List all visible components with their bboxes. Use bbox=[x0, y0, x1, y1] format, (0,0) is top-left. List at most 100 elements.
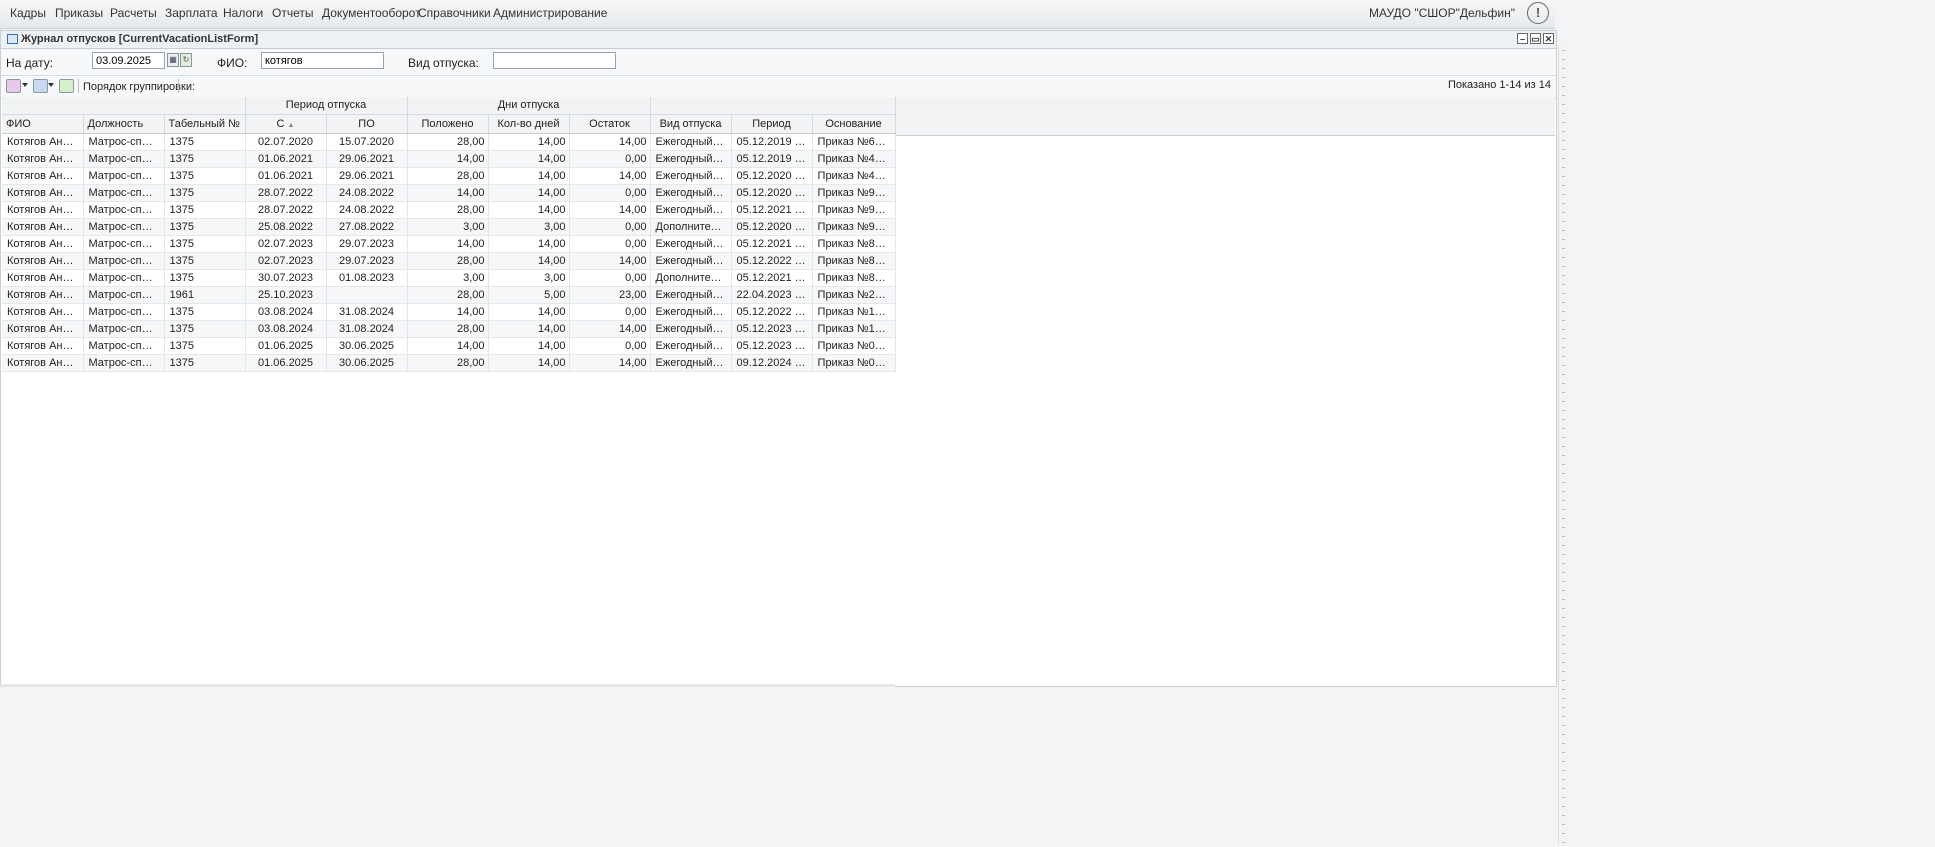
cell-tab-number: 1375 bbox=[164, 269, 246, 287]
table-row[interactable]: Котягов Анатол...Матрос-спасате...137530… bbox=[2, 269, 896, 287]
cell-vacation-type: Ежегодный отп... bbox=[650, 133, 732, 151]
ruler-tick bbox=[1562, 662, 1565, 663]
ruler-tick bbox=[1562, 176, 1565, 177]
table-row[interactable]: Котягов Анатол...Матрос-спасате...137501… bbox=[2, 150, 896, 168]
ruler-tick bbox=[1562, 545, 1565, 546]
cell-days-count: 14,00 bbox=[488, 252, 570, 270]
cell-tab-number: 1375 bbox=[164, 252, 246, 270]
table-row[interactable]: Котягов Анатол...Матрос-спасате...137501… bbox=[2, 354, 896, 372]
column-header-position[interactable]: Должность bbox=[83, 114, 165, 134]
cell-tab-number: 1375 bbox=[164, 320, 246, 338]
cell-tab-number: 1375 bbox=[164, 184, 246, 202]
actions-menu-icon[interactable] bbox=[6, 79, 21, 93]
column-header-tab-number[interactable]: Табельный № bbox=[164, 114, 246, 134]
menu-item-otchety[interactable]: Отчеты bbox=[272, 6, 313, 20]
minimize-button[interactable]: – bbox=[1517, 33, 1528, 44]
menu-item-kadry[interactable]: Кадры bbox=[10, 6, 46, 20]
cell-fio: Котягов Анатол... bbox=[2, 303, 84, 321]
cell-from: 02.07.2020 bbox=[245, 133, 327, 151]
cell-days-count: 14,00 bbox=[488, 201, 570, 219]
ruler-tick bbox=[1562, 284, 1565, 285]
column-header-vacation-type[interactable]: Вид отпуска bbox=[650, 114, 732, 134]
cell-to: 24.08.2022 bbox=[326, 201, 408, 219]
cell-from: 28.07.2022 bbox=[245, 201, 327, 219]
date-input[interactable] bbox=[92, 52, 165, 69]
column-header-entitled[interactable]: Положено bbox=[407, 114, 489, 134]
cell-basis: Приказ №86/о ... bbox=[812, 235, 896, 253]
ruler-tick bbox=[1562, 527, 1565, 528]
table-row[interactable]: Котягов Анатол...Матрос-спасате...137501… bbox=[2, 167, 896, 185]
table-row[interactable]: Котягов Анатол...Матрос-спасате...137503… bbox=[2, 303, 896, 321]
table-row[interactable]: Котягов Анатол...Матрос-спасате...137502… bbox=[2, 235, 896, 253]
refresh-date-icon[interactable]: ↻ bbox=[180, 53, 192, 67]
cell-fio: Котягов Анатол... bbox=[2, 320, 84, 338]
grid-scrollbar[interactable] bbox=[0, 684, 895, 687]
fio-input[interactable] bbox=[261, 52, 384, 69]
table-row[interactable]: Котягов Анатол...Матрос-спасате...137528… bbox=[2, 184, 896, 202]
column-header-remainder[interactable]: Остаток bbox=[569, 114, 651, 134]
menu-item-prikazy[interactable]: Приказы bbox=[55, 6, 103, 20]
date-label: На дату: bbox=[6, 56, 54, 70]
cell-tab-number: 1375 bbox=[164, 235, 246, 253]
cell-vacation-type: Ежегодный отп... bbox=[650, 235, 732, 253]
refresh-icon[interactable] bbox=[59, 79, 74, 93]
cell-period: 05.12.2023 - 08.... bbox=[731, 320, 813, 338]
ruler-tick bbox=[1562, 59, 1565, 60]
cell-entitled: 28,00 bbox=[407, 320, 489, 338]
column-header-from[interactable]: С ▲ bbox=[245, 114, 327, 134]
cell-period: 05.12.2023 - 08.... bbox=[731, 337, 813, 355]
cell-remainder: 14,00 bbox=[569, 201, 651, 219]
cell-vacation-type: Ежегодный отп... bbox=[650, 201, 732, 219]
ruler-tick bbox=[1562, 563, 1565, 564]
menu-item-nalogi[interactable]: Налоги bbox=[223, 6, 263, 20]
vacation-type-input[interactable] bbox=[493, 52, 616, 69]
cell-to: 29.06.2021 bbox=[326, 150, 408, 168]
menu-item-zarplata[interactable]: Зарплата bbox=[165, 6, 218, 20]
ruler-tick bbox=[1562, 761, 1565, 762]
cell-fio: Котягов Анатол... bbox=[2, 337, 84, 355]
cell-vacation-type: Ежегодный отп... bbox=[650, 320, 732, 338]
cell-days-count: 14,00 bbox=[488, 303, 570, 321]
ruler-tick bbox=[1562, 185, 1565, 186]
alert-icon[interactable]: ! bbox=[1527, 2, 1549, 24]
cell-period: 05.12.2019 - 04.... bbox=[731, 133, 813, 151]
ruler-tick bbox=[1562, 311, 1565, 312]
table-row[interactable]: Котягов Анатол...Матрос-спасате...137501… bbox=[2, 337, 896, 355]
print-dropdown-icon[interactable] bbox=[48, 83, 54, 87]
column-header-days-count[interactable]: Кол-во дней bbox=[488, 114, 570, 134]
cell-entitled: 14,00 bbox=[407, 184, 489, 202]
cell-position: Матрос-спасате... bbox=[83, 235, 165, 253]
ruler-tick bbox=[1562, 230, 1565, 231]
print-menu-icon[interactable] bbox=[33, 79, 48, 93]
ruler-tick bbox=[1562, 617, 1565, 618]
records-shown-count: Показано 1-14 из 14 bbox=[1447, 79, 1551, 91]
table-row[interactable]: Котягов Анатол...Матрос-спасате...137528… bbox=[2, 201, 896, 219]
cell-period: 05.12.2021 - 04.... bbox=[731, 201, 813, 219]
ruler-tick bbox=[1562, 680, 1565, 681]
ruler-tick bbox=[1562, 140, 1565, 141]
toolbar: Порядок группировки: Показано 1-14 из 14 bbox=[1, 76, 1556, 99]
table-row[interactable]: Котягов Анатол...Матрос-спасате...137502… bbox=[2, 133, 896, 151]
table-row[interactable]: Котягов Анатол...Матрос-спасате...137502… bbox=[2, 252, 896, 270]
menu-item-documentooborot[interactable]: Документооборот bbox=[322, 6, 421, 20]
cell-position: Матрос-спасате... bbox=[83, 269, 165, 287]
close-button[interactable]: ✕ bbox=[1543, 33, 1554, 44]
table-row[interactable]: Котягов Анатол...Матрос-спасате...137503… bbox=[2, 320, 896, 338]
ruler-tick bbox=[1562, 383, 1565, 384]
ruler-tick bbox=[1562, 500, 1565, 501]
cell-fio: Котягов Анатол... bbox=[2, 235, 84, 253]
cell-from: 02.07.2023 bbox=[245, 252, 327, 270]
menu-item-administrirovanie[interactable]: Администрирование bbox=[493, 6, 607, 20]
column-header-period[interactable]: Период bbox=[731, 114, 813, 134]
table-row[interactable]: Котягов Анатол...Матрос-спасате...137525… bbox=[2, 218, 896, 236]
calendar-icon[interactable]: ▦ bbox=[167, 53, 179, 67]
menu-item-raschety[interactable]: Расчеты bbox=[110, 6, 157, 20]
menu-item-spravochniki[interactable]: Справочники bbox=[418, 6, 491, 20]
column-header-to[interactable]: ПО bbox=[326, 114, 408, 134]
table-row[interactable]: Котягов Анатол...Матрос-спасате...196125… bbox=[2, 286, 896, 304]
restore-button[interactable]: ▭ bbox=[1530, 33, 1541, 44]
cell-fio: Котягов Анатол... bbox=[2, 184, 84, 202]
actions-dropdown-icon[interactable] bbox=[22, 83, 28, 87]
column-header-basis[interactable]: Основание bbox=[812, 114, 896, 134]
column-header-fio[interactable]: ФИО bbox=[2, 114, 84, 134]
